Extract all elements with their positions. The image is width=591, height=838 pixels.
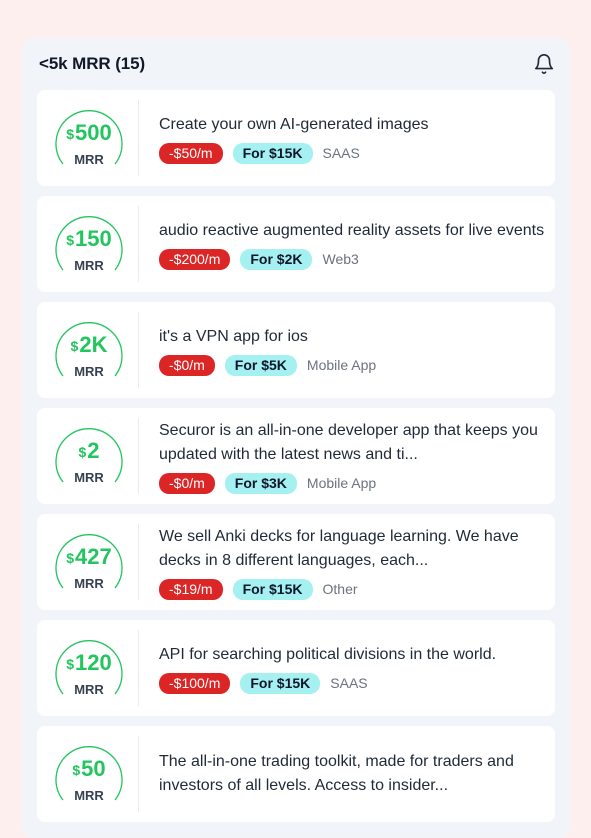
listing-tags: -$50/m For $15K SAAS xyxy=(159,142,545,164)
listing-card[interactable]: $120 MRR API for searching political div… xyxy=(37,620,555,716)
listing-card[interactable]: $2 MRR Securor is an all-in-one develope… xyxy=(37,408,555,504)
sale-price-badge: For $15K xyxy=(232,578,313,600)
mrr-currency: $ xyxy=(72,762,81,778)
listing-content: We sell Anki decks for language learning… xyxy=(159,524,545,600)
sale-price-badge: For $2K xyxy=(240,248,313,270)
mrr-column: $120 MRR xyxy=(49,630,139,706)
price-change-badge: -$0/m xyxy=(159,354,215,376)
listing-description: The all-in-one trading toolkit, made for… xyxy=(159,753,514,794)
mrr-currency: $ xyxy=(70,338,79,354)
mrr-value: 2 xyxy=(87,438,100,463)
mrr-currency: $ xyxy=(66,550,75,566)
listing-card[interactable]: $427 MRR We sell Anki decks for language… xyxy=(37,514,555,610)
sale-price-badge: For $5K xyxy=(224,354,297,376)
mrr-amount: $2K xyxy=(51,332,127,359)
mrr-column: $50 MRR xyxy=(49,736,139,812)
listing-tags: -$200/m For $2K Web3 xyxy=(159,248,545,270)
price-change-badge: -$19/m xyxy=(159,578,223,600)
listing-content: it's a VPN app for ios -$0/m For $5K Mob… xyxy=(159,312,545,388)
mrr-value: 427 xyxy=(75,544,112,569)
listing-content: API for searching political divisions in… xyxy=(159,630,545,706)
mrr-label: MRR xyxy=(74,470,104,485)
listing-description: it's a VPN app for ios xyxy=(159,327,308,345)
bell-icon[interactable] xyxy=(533,53,555,75)
mrr-label: MRR xyxy=(74,364,104,379)
category-label: Mobile App xyxy=(306,357,377,373)
category-label: Mobile App xyxy=(306,475,377,491)
listing-description: Create your own AI-generated images xyxy=(159,115,429,133)
mrr-amount: $2 xyxy=(51,438,127,465)
mrr-amount: $50 xyxy=(51,756,127,783)
mrr-column: $427 MRR xyxy=(49,524,139,600)
mrr-value: 120 xyxy=(75,650,112,675)
mrr-amount: $500 xyxy=(51,120,127,147)
mrr-column: $2 MRR xyxy=(49,418,139,494)
listing-content: The all-in-one trading toolkit, made for… xyxy=(159,736,545,812)
listing-tags: -$0/m For $5K Mobile App xyxy=(159,354,545,376)
mrr-column: $500 MRR xyxy=(49,100,139,176)
category-label: SAAS xyxy=(322,145,360,161)
mrr-label: MRR xyxy=(74,258,104,273)
price-change-badge: -$50/m xyxy=(159,142,223,164)
mrr-label: MRR xyxy=(74,576,104,591)
category-label: SAAS xyxy=(330,675,368,691)
listings-panel: <5k MRR (15) $500 MRR Create your own AI… xyxy=(22,38,570,838)
mrr-badge: $120 MRR xyxy=(51,630,127,706)
listing-tags: -$0/m For $3K Mobile App xyxy=(159,472,545,494)
category-label: Web3 xyxy=(322,251,359,267)
listing-description: Securor is an all-in-one developer app t… xyxy=(159,421,538,463)
listing-list: $500 MRR Create your own AI-generated im… xyxy=(37,90,555,822)
listing-card[interactable]: $2K MRR it's a VPN app for ios -$0/m For… xyxy=(37,302,555,398)
mrr-currency: $ xyxy=(66,126,75,142)
price-change-badge: -$200/m xyxy=(159,248,231,270)
listing-description: API for searching political divisions in… xyxy=(159,645,497,663)
listing-content: Securor is an all-in-one developer app t… xyxy=(159,418,545,494)
list-title: <5k MRR (15) xyxy=(39,54,146,73)
mrr-value: 2K xyxy=(79,332,108,357)
mrr-label: MRR xyxy=(74,682,104,697)
mrr-value: 150 xyxy=(75,226,112,251)
price-change-badge: -$0/m xyxy=(159,472,215,494)
mrr-value: 50 xyxy=(81,756,106,781)
mrr-column: $2K MRR xyxy=(49,312,139,388)
mrr-amount: $427 xyxy=(51,544,127,571)
listing-description: We sell Anki decks for language learning… xyxy=(159,527,519,569)
mrr-badge: $2 MRR xyxy=(51,418,127,494)
listing-card[interactable]: $500 MRR Create your own AI-generated im… xyxy=(37,90,555,186)
sale-price-badge: For $3K xyxy=(224,472,297,494)
mrr-amount: $150 xyxy=(51,226,127,253)
mrr-label: MRR xyxy=(74,788,104,803)
mrr-value: 500 xyxy=(75,120,112,145)
mrr-amount: $120 xyxy=(51,650,127,677)
sale-price-badge: For $15K xyxy=(240,672,321,694)
listing-content: Create your own AI-generated images -$50… xyxy=(159,100,545,176)
listing-content: audio reactive augmented reality assets … xyxy=(159,206,545,282)
mrr-label: MRR xyxy=(74,152,104,167)
mrr-badge: $427 MRR xyxy=(51,524,127,600)
mrr-badge: $50 MRR xyxy=(51,736,127,812)
mrr-badge: $500 MRR xyxy=(51,100,127,176)
list-header: <5k MRR (15) xyxy=(37,38,555,90)
listing-card[interactable]: $50 MRR The all-in-one trading toolkit, … xyxy=(37,726,555,822)
mrr-currency: $ xyxy=(66,232,75,248)
mrr-currency: $ xyxy=(78,444,87,460)
mrr-column: $150 MRR xyxy=(49,206,139,282)
listing-tags: -$100/m For $15K SAAS xyxy=(159,672,545,694)
listing-description: audio reactive augmented reality assets … xyxy=(159,221,545,239)
sale-price-badge: For $15K xyxy=(232,142,313,164)
listing-tags: -$19/m For $15K Other xyxy=(159,578,545,600)
listing-card[interactable]: $150 MRR audio reactive augmented realit… xyxy=(37,196,555,292)
mrr-currency: $ xyxy=(66,656,75,672)
mrr-badge: $2K MRR xyxy=(51,312,127,388)
category-label: Other xyxy=(322,581,358,597)
price-change-badge: -$100/m xyxy=(159,672,231,694)
mrr-badge: $150 MRR xyxy=(51,206,127,282)
